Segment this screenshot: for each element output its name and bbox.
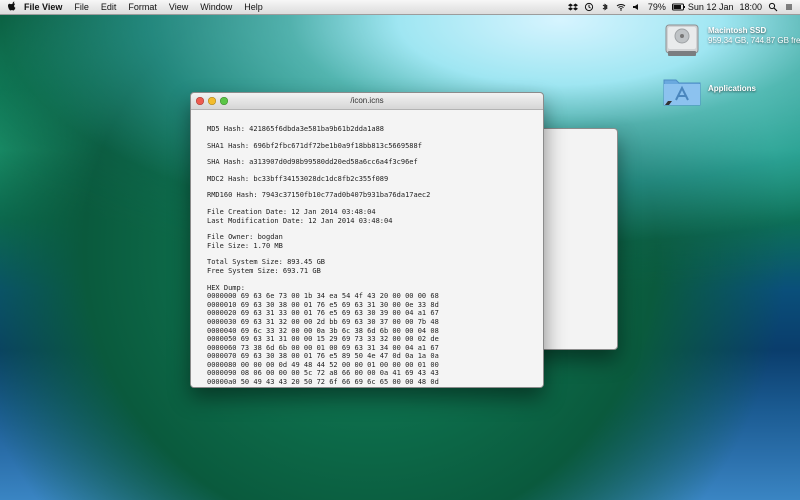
- total-system-size: Total System Size: 893.45 GB: [207, 258, 326, 267]
- battery-percent[interactable]: 79%: [648, 2, 666, 12]
- time-machine-icon[interactable]: [584, 2, 594, 12]
- window-title: /icon.icns: [350, 96, 384, 105]
- menu-view[interactable]: View: [169, 2, 188, 12]
- sha1-hash: SHA1 Hash: 696bf2fbc671df72be1b0a9f18bb8…: [207, 141, 422, 150]
- notification-center-icon[interactable]: [784, 2, 794, 12]
- rmd160-hash: RMD160 Hash: 7943c37150fb10c77ad0b407b93…: [207, 191, 431, 200]
- modification-date: Last Modification Date: 12 Jan 2014 03:4…: [207, 216, 393, 225]
- desktop-drive[interactable]: Macintosh SSD 959.34 GB, 744.87 GB free: [662, 22, 800, 62]
- hex-line: 0000050 69 63 31 31 00 00 15 29 69 73 33…: [207, 335, 439, 344]
- window-titlebar[interactable]: /icon.icns: [191, 93, 543, 110]
- free-system-size: Free System Size: 693.71 GB: [207, 266, 321, 275]
- hex-line: 0000090 08 06 00 00 00 5c 72 a8 66 00 00…: [207, 369, 439, 378]
- drive-name: Macintosh SSD: [708, 26, 767, 35]
- battery-icon[interactable]: [671, 2, 685, 12]
- md5-hash: MD5 Hash: 421865f6dbda3e581ba9b61b2dda1a…: [207, 125, 385, 133]
- sha-hash: SHA Hash: a313907d0d98b99580dd20ed58a6cc…: [207, 158, 418, 167]
- hex-line: 0000000 69 63 6e 73 00 1b 34 ea 54 4f 43…: [207, 292, 439, 301]
- menu-app-name[interactable]: File View: [24, 2, 62, 12]
- file-info-window[interactable]: /icon.icns MD5 Hash: 421865f6dbda3e581ba…: [190, 92, 544, 388]
- menu-bar: File View File Edit Format View Window H…: [0, 0, 800, 15]
- menu-format[interactable]: Format: [128, 2, 157, 12]
- file-details[interactable]: MD5 Hash: 421865f6dbda3e581ba9b61b2dda1a…: [191, 110, 543, 387]
- hex-dump-title: HEX Dump:: [207, 283, 245, 292]
- apple-menu-icon[interactable]: [0, 1, 24, 14]
- hex-line: 0000020 69 63 31 33 00 01 76 e5 69 63 30…: [207, 309, 439, 318]
- hard-drive-icon: [665, 24, 699, 56]
- hex-line: 0000030 69 63 31 32 00 00 2d bb 69 63 30…: [207, 317, 439, 326]
- drive-label: Macintosh SSD 959.34 GB, 744.87 GB free: [708, 26, 800, 46]
- hex-line: 0000070 69 63 30 38 00 01 76 e5 89 50 4e…: [207, 352, 439, 361]
- menu-help[interactable]: Help: [244, 2, 263, 12]
- applications-label: Applications: [708, 84, 756, 94]
- file-size: File Size: 1.70 MB: [207, 241, 283, 250]
- time-label[interactable]: 18:00: [739, 2, 762, 12]
- hex-line: 0000060 73 38 6d 6b 00 00 01 00 69 63 31…: [207, 343, 439, 352]
- hex-line: 00000a0 50 49 43 43 20 50 72 6f 66 69 6c…: [207, 378, 439, 387]
- wifi-icon[interactable]: [616, 2, 626, 12]
- date-label[interactable]: Sun 12 Jan: [688, 2, 734, 12]
- hex-line: 0000080 00 00 00 0d 49 48 44 52 00 00 01…: [207, 360, 439, 369]
- menu-file[interactable]: File: [74, 2, 89, 12]
- dropbox-icon[interactable]: [567, 2, 578, 12]
- creation-date: File Creation Date: 12 Jan 2014 03:48:04: [207, 207, 376, 216]
- hex-line: 0000010 69 63 30 38 00 01 76 e5 69 63 31…: [207, 300, 439, 309]
- mdc2-hash: MDC2 Hash: bc33bff34153028dc1dc8fb2c355f…: [207, 174, 389, 183]
- bluetooth-icon[interactable]: [600, 2, 610, 12]
- applications-folder-icon: [663, 79, 701, 106]
- file-owner: File Owner: bogdan: [207, 233, 283, 242]
- applications-name: Applications: [708, 84, 757, 93]
- status-area: 79% Sun 12 Jan 18:00: [567, 2, 800, 12]
- menu-edit[interactable]: Edit: [101, 2, 117, 12]
- volume-icon[interactable]: [632, 2, 642, 12]
- spotlight-search-icon[interactable]: [768, 2, 778, 12]
- desktop-applications[interactable]: Applications: [662, 72, 782, 112]
- drive-info: 959.34 GB, 744.87 GB free: [708, 36, 800, 45]
- menu-window[interactable]: Window: [200, 2, 232, 12]
- hex-line: 0000040 69 6c 33 32 00 00 0a 3b 6c 38 6d…: [207, 326, 439, 335]
